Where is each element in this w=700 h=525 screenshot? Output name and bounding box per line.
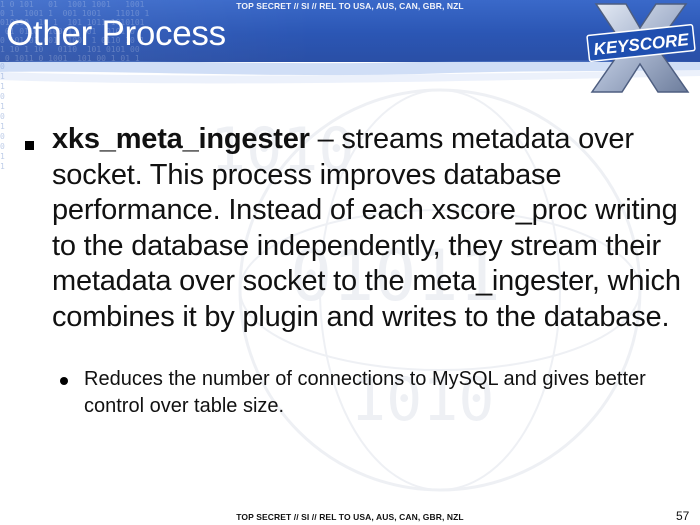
bullet-main: xks_meta_ingester – streams metadata ove… (52, 122, 692, 335)
slide-content: xks_meta_ingester – streams metadata ove… (0, 0, 700, 525)
sub-bullet: Reduces the number of connections to MyS… (84, 368, 646, 417)
square-bullet-icon (25, 138, 39, 152)
page-number: 57 (676, 509, 690, 523)
round-bullet-icon (60, 377, 68, 385)
slide: 1 0 101 01 1001 1001 1001 0 1 1001 1 001… (0, 0, 700, 525)
classification-banner-bottom: TOP SECRET // SI // REL TO USA, AUS, CAN… (236, 512, 464, 522)
bullet-keyword: xks_meta_ingester (52, 123, 310, 155)
